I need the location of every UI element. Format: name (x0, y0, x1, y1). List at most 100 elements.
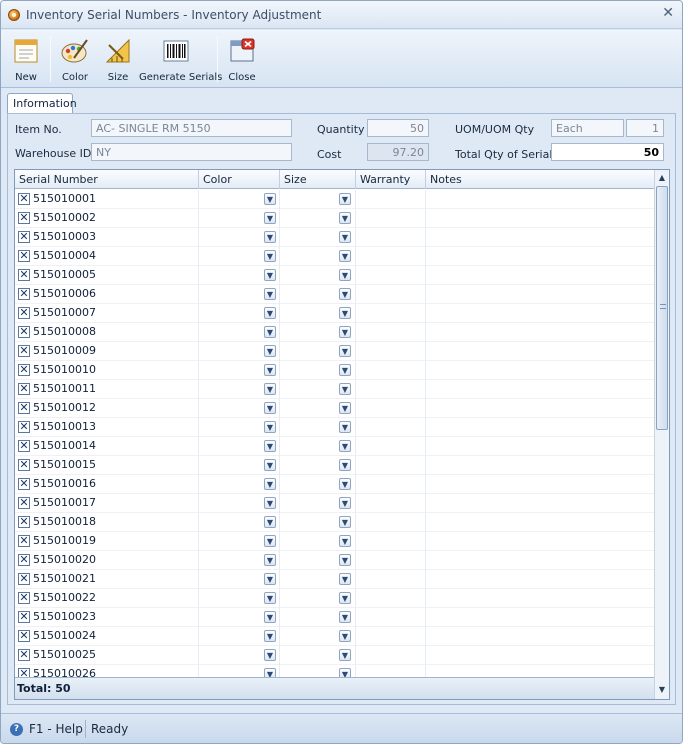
color-dropdown-icon[interactable]: ▼ (264, 269, 276, 281)
warehouse-id-field[interactable]: NY (91, 143, 292, 161)
size-dropdown-icon[interactable]: ▼ (339, 231, 351, 243)
color-cell[interactable]: ▼ (199, 532, 280, 551)
table-row[interactable]: ✕ 515010022 ▼ ▼ (15, 589, 655, 608)
row-select-checkbox[interactable]: ✕ (18, 269, 30, 281)
notes-cell[interactable] (426, 513, 655, 532)
color-cell[interactable]: ▼ (199, 266, 280, 285)
serial-cell[interactable]: ✕ 515010003 (15, 228, 199, 247)
row-select-checkbox[interactable]: ✕ (18, 554, 30, 566)
warranty-cell[interactable] (356, 399, 426, 418)
help-icon[interactable]: ? (10, 723, 23, 736)
warranty-cell[interactable] (356, 323, 426, 342)
notes-cell[interactable] (426, 475, 655, 494)
vertical-scrollbar[interactable]: ▲ ▼ (654, 170, 669, 699)
window-close-button[interactable]: ✕ (662, 5, 674, 21)
tab-information[interactable]: Information (7, 93, 77, 114)
row-select-checkbox[interactable]: ✕ (18, 497, 30, 509)
row-select-checkbox[interactable]: ✕ (18, 250, 30, 262)
column-header-color[interactable]: Color (199, 170, 280, 189)
notes-cell[interactable] (426, 247, 655, 266)
size-cell[interactable]: ▼ (280, 646, 356, 665)
serial-cell[interactable]: ✕ 515010001 (15, 190, 199, 209)
warranty-cell[interactable] (356, 589, 426, 608)
serial-cell[interactable]: ✕ 515010007 (15, 304, 199, 323)
size-cell[interactable]: ▼ (280, 418, 356, 437)
warranty-cell[interactable] (356, 437, 426, 456)
serial-cell[interactable]: ✕ 515010005 (15, 266, 199, 285)
size-dropdown-icon[interactable]: ▼ (339, 307, 351, 319)
size-cell[interactable]: ▼ (280, 608, 356, 627)
size-dropdown-icon[interactable]: ▼ (339, 649, 351, 661)
row-select-checkbox[interactable]: ✕ (18, 345, 30, 357)
total-qty-field[interactable]: 50 (551, 143, 664, 161)
table-row[interactable]: ✕ 515010020 ▼ ▼ (15, 551, 655, 570)
color-cell[interactable]: ▼ (199, 456, 280, 475)
size-cell[interactable]: ▼ (280, 551, 356, 570)
notes-cell[interactable] (426, 399, 655, 418)
size-cell[interactable]: ▼ (280, 247, 356, 266)
notes-cell[interactable] (426, 646, 655, 665)
size-dropdown-icon[interactable]: ▼ (339, 440, 351, 452)
notes-cell[interactable] (426, 456, 655, 475)
table-row[interactable]: ✕ 515010001 ▼ ▼ (15, 190, 655, 209)
color-dropdown-icon[interactable]: ▼ (264, 307, 276, 319)
table-row[interactable]: ✕ 515010007 ▼ ▼ (15, 304, 655, 323)
size-cell[interactable]: ▼ (280, 285, 356, 304)
notes-cell[interactable] (426, 285, 655, 304)
color-cell[interactable]: ▼ (199, 627, 280, 646)
size-dropdown-icon[interactable]: ▼ (339, 345, 351, 357)
row-select-checkbox[interactable]: ✕ (18, 421, 30, 433)
row-select-checkbox[interactable]: ✕ (18, 193, 30, 205)
color-cell[interactable]: ▼ (199, 285, 280, 304)
color-dropdown-icon[interactable]: ▼ (264, 402, 276, 414)
warranty-cell[interactable] (356, 418, 426, 437)
table-row[interactable]: ✕ 515010011 ▼ ▼ (15, 380, 655, 399)
table-row[interactable]: ✕ 515010021 ▼ ▼ (15, 570, 655, 589)
serial-cell[interactable]: ✕ 515010013 (15, 418, 199, 437)
notes-cell[interactable] (426, 551, 655, 570)
row-select-checkbox[interactable]: ✕ (18, 630, 30, 642)
size-dropdown-icon[interactable]: ▼ (339, 611, 351, 623)
column-header-serial-number[interactable]: Serial Number (15, 170, 199, 189)
serial-cell[interactable]: ✕ 515010018 (15, 513, 199, 532)
help-text[interactable]: F1 - Help (29, 722, 83, 736)
warranty-cell[interactable] (356, 627, 426, 646)
size-dropdown-icon[interactable]: ▼ (339, 630, 351, 642)
uom-field[interactable]: Each (551, 119, 624, 137)
notes-cell[interactable] (426, 304, 655, 323)
color-cell[interactable]: ▼ (199, 437, 280, 456)
table-row[interactable]: ✕ 515010004 ▼ ▼ (15, 247, 655, 266)
table-row[interactable]: ✕ 515010005 ▼ ▼ (15, 266, 655, 285)
size-cell[interactable]: ▼ (280, 570, 356, 589)
color-cell[interactable]: ▼ (199, 228, 280, 247)
color-cell[interactable]: ▼ (199, 608, 280, 627)
serial-cell[interactable]: ✕ 515010006 (15, 285, 199, 304)
notes-cell[interactable] (426, 266, 655, 285)
serial-cell[interactable]: ✕ 515010009 (15, 342, 199, 361)
row-select-checkbox[interactable]: ✕ (18, 649, 30, 661)
size-dropdown-icon[interactable]: ▼ (339, 459, 351, 471)
serial-cell[interactable]: ✕ 515010014 (15, 437, 199, 456)
table-row[interactable]: ✕ 515010017 ▼ ▼ (15, 494, 655, 513)
color-cell[interactable]: ▼ (199, 342, 280, 361)
table-row[interactable]: ✕ 515010013 ▼ ▼ (15, 418, 655, 437)
color-cell[interactable]: ▼ (199, 399, 280, 418)
serial-cell[interactable]: ✕ 515010010 (15, 361, 199, 380)
warranty-cell[interactable] (356, 361, 426, 380)
serial-cell[interactable]: ✕ 515010012 (15, 399, 199, 418)
table-row[interactable]: ✕ 515010006 ▼ ▼ (15, 285, 655, 304)
color-dropdown-icon[interactable]: ▼ (264, 535, 276, 547)
serial-cell[interactable]: ✕ 515010002 (15, 209, 199, 228)
notes-cell[interactable] (426, 361, 655, 380)
notes-cell[interactable] (426, 418, 655, 437)
warranty-cell[interactable] (356, 475, 426, 494)
size-dropdown-icon[interactable]: ▼ (339, 364, 351, 376)
size-dropdown-icon[interactable]: ▼ (339, 535, 351, 547)
table-row[interactable]: ✕ 515010019 ▼ ▼ (15, 532, 655, 551)
color-dropdown-icon[interactable]: ▼ (264, 364, 276, 376)
warranty-cell[interactable] (356, 247, 426, 266)
table-row[interactable]: ✕ 515010012 ▼ ▼ (15, 399, 655, 418)
serial-cell[interactable]: ✕ 515010023 (15, 608, 199, 627)
notes-cell[interactable] (426, 380, 655, 399)
color-dropdown-icon[interactable]: ▼ (264, 573, 276, 585)
